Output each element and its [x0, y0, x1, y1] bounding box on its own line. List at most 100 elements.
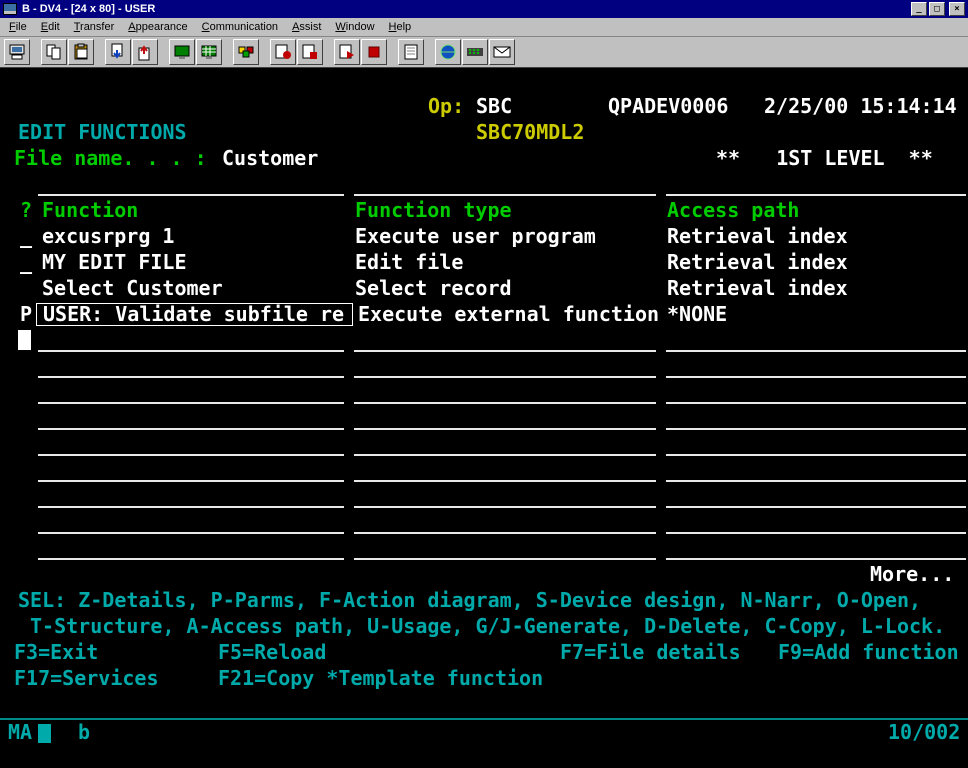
minimize-button[interactable]: _ [911, 2, 927, 16]
table-header-row: ? Function Function type Access path [0, 198, 968, 224]
empty-input-field-underline[interactable] [666, 506, 966, 508]
toolbar-separator [260, 39, 270, 65]
sel-field[interactable]: _ [20, 250, 32, 274]
record-step-button[interactable] [297, 39, 323, 65]
sel-field[interactable]: P [20, 302, 32, 326]
app-icon [3, 3, 17, 15]
maximize-button[interactable]: □ [929, 2, 945, 16]
empty-input-field-underline[interactable] [38, 428, 344, 430]
record-macro-button[interactable] [270, 39, 296, 65]
session-grid-button[interactable] [196, 39, 222, 65]
session-grid-icon [199, 42, 219, 62]
empty-input-field-underline[interactable] [354, 506, 656, 508]
function-row-selected: P USER: Validate subfile re Execute exte… [0, 302, 968, 328]
menu-appearance[interactable]: Appearance [121, 19, 194, 35]
oia-indicator-block [38, 724, 51, 743]
fkey-f9: F9=Add function [778, 640, 959, 664]
function-type: Execute user program [355, 224, 596, 248]
empty-input-field-underline[interactable] [38, 506, 344, 508]
access-path: *NONE [667, 302, 727, 326]
oia-status-bar: MA b 10/002 [0, 720, 968, 746]
toolbar-separator [95, 39, 105, 65]
menu-window[interactable]: Window [328, 19, 381, 35]
oia-system-state: MA [8, 720, 32, 744]
menubar: File Edit Transfer Appearance Communicat… [0, 18, 968, 37]
empty-input-field-underline[interactable] [354, 480, 656, 482]
empty-input-field-underline[interactable] [38, 376, 344, 378]
window-controls: _ □ × [911, 2, 965, 16]
empty-input-field-underline[interactable] [354, 454, 656, 456]
function-row: Select Customer Select record Retrieval … [0, 276, 968, 302]
empty-input-field-underline[interactable] [38, 350, 344, 352]
toolbar [0, 37, 968, 68]
function-name: Select Customer [42, 276, 223, 300]
keyboard-map-button[interactable] [462, 39, 488, 65]
menu-file[interactable]: File [2, 19, 34, 35]
empty-input-field-underline[interactable] [38, 402, 344, 404]
model-name: SBC70MDL2 [476, 120, 584, 144]
sel-field[interactable]: _ [20, 224, 32, 248]
function-name: MY EDIT FILE [42, 250, 187, 274]
notepad-icon [401, 42, 421, 62]
empty-input-field-underline[interactable] [354, 402, 656, 404]
empty-input-field-underline[interactable] [38, 532, 344, 534]
display-session-button[interactable] [169, 39, 195, 65]
active-field-box[interactable]: USER: Validate subfile re [36, 303, 353, 326]
empty-input-field-underline[interactable] [354, 194, 656, 196]
menu-communication[interactable]: Communication [195, 19, 285, 35]
menu-help[interactable]: Help [382, 19, 419, 35]
color-map-button[interactable] [233, 39, 259, 65]
color-map-icon [236, 42, 256, 62]
empty-input-field-underline[interactable] [354, 532, 656, 534]
empty-input-field-underline[interactable] [354, 376, 656, 378]
print-screen-button[interactable] [4, 39, 30, 65]
send-mail-button[interactable] [489, 39, 515, 65]
toolbar-separator [31, 39, 41, 65]
menu-edit[interactable]: Edit [34, 19, 67, 35]
empty-input-field-underline[interactable] [354, 350, 656, 352]
function-type: Execute external function [358, 302, 659, 326]
close-button[interactable]: × [949, 2, 965, 16]
empty-input-field-underline[interactable] [666, 402, 966, 404]
empty-input-field-underline[interactable] [354, 558, 656, 560]
terminal-row: SEL: Z-Details, P-Parms, F-Action diagra… [0, 588, 968, 614]
fkey-f3: F3=Exit [14, 640, 98, 664]
web-browser-button[interactable] [435, 39, 461, 65]
notepad-button[interactable] [398, 39, 424, 65]
empty-input-field-underline[interactable] [666, 480, 966, 482]
datetime: 2/25/00 15:14:14 [764, 94, 957, 118]
access-path: Retrieval index [667, 224, 848, 248]
empty-input-field-underline[interactable] [666, 532, 966, 534]
terminal-row: T-Structure, A-Access path, U-Usage, G/J… [0, 614, 968, 640]
stop-macro-icon [364, 42, 384, 62]
terminal-row: EDIT FUNCTIONS SBC70MDL2 [0, 120, 968, 146]
oia-keyboard-indicator: b [78, 720, 90, 744]
receive-file-button[interactable] [105, 39, 131, 65]
empty-input-field-underline[interactable] [38, 454, 344, 456]
empty-input-field-underline[interactable] [666, 558, 966, 560]
menu-transfer[interactable]: Transfer [67, 19, 122, 35]
empty-input-field-underline[interactable] [666, 454, 966, 456]
empty-input-field-underline[interactable] [38, 480, 344, 482]
copy-button[interactable] [41, 39, 67, 65]
menu-assist[interactable]: Assist [285, 19, 328, 35]
paste-button[interactable] [68, 39, 94, 65]
empty-input-field-underline[interactable] [38, 194, 344, 196]
empty-input-field-underline[interactable] [666, 350, 966, 352]
send-mail-icon [492, 42, 512, 62]
empty-input-field-underline[interactable] [666, 194, 966, 196]
titlebar[interactable]: B - DV4 - [24 x 80] - USER _ □ × [0, 0, 968, 18]
fkey-f21: F21=Copy *Template function [218, 666, 543, 690]
empty-input-field-underline[interactable] [38, 558, 344, 560]
play-macro-button[interactable] [334, 39, 360, 65]
terminal-screen[interactable]: Op: SBC QPADEV0006 2/25/00 15:14:14 EDIT… [0, 68, 968, 768]
stop-macro-button[interactable] [361, 39, 387, 65]
more-indicator: More... [870, 562, 954, 586]
window-title: B - DV4 - [24 x 80] - USER [20, 3, 908, 15]
send-file-icon [135, 42, 155, 62]
send-file-button[interactable] [132, 39, 158, 65]
empty-input-field-underline[interactable] [354, 428, 656, 430]
empty-input-field-underline[interactable] [666, 428, 966, 430]
screen-title: EDIT FUNCTIONS [18, 120, 187, 144]
empty-input-field-underline[interactable] [666, 376, 966, 378]
